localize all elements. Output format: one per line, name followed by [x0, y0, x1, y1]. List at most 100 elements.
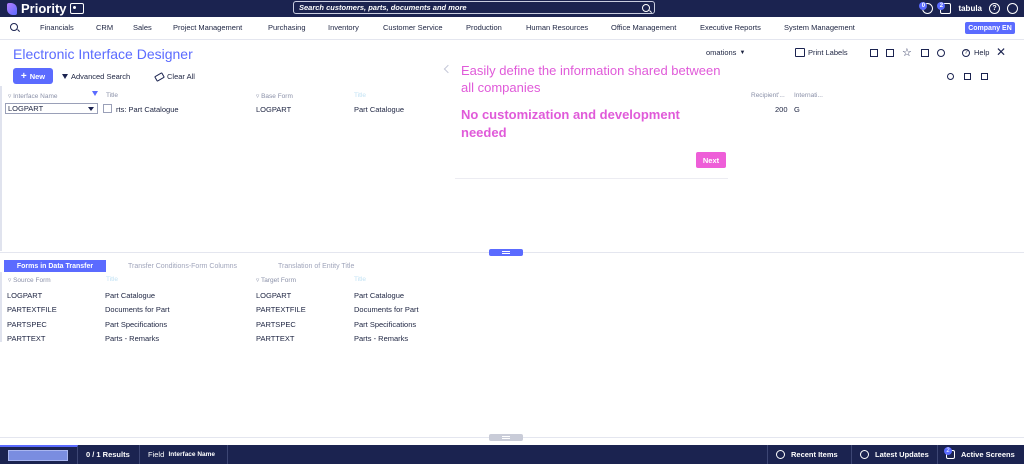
latest-updates-button[interactable]: Latest Updates	[852, 445, 938, 464]
help-icon[interactable]: ?	[962, 49, 970, 57]
record-side-bar	[0, 86, 2, 251]
menu-search-icon[interactable]	[10, 23, 18, 31]
col-recipient[interactable]: Recipient'...	[751, 92, 785, 99]
close-icon[interactable]: ✕	[996, 45, 1006, 59]
company-button[interactable]: Company EN	[965, 22, 1015, 34]
col-target-title[interactable]: Title	[354, 276, 366, 283]
status-bar: 0 / 1 Results Field Interface Name Recen…	[0, 445, 1024, 464]
tip-next-button[interactable]: Next	[696, 152, 726, 168]
priority-logo-icon	[7, 2, 17, 15]
table-row-target[interactable]: PARTSPEC	[256, 320, 296, 329]
interface-name-value: LOGPART	[8, 104, 44, 113]
menu-office-management[interactable]: Office Management	[611, 23, 676, 32]
menu-human-resources[interactable]: Human Resources	[526, 23, 588, 32]
clear-all-button[interactable]: Clear All	[154, 71, 195, 82]
global-search-input[interactable]: Search customers, parts, documents and m…	[293, 1, 655, 14]
tip-line-2: No customization and development needed	[461, 107, 680, 140]
menu-project-management[interactable]: Project Management	[173, 23, 242, 32]
search-icon[interactable]	[642, 4, 650, 12]
menu-production[interactable]: Production	[466, 23, 502, 32]
print-labels-button[interactable]: Print Labels	[795, 48, 848, 57]
dropdown-caret-icon[interactable]	[88, 107, 94, 111]
table-row-title[interactable]: Documents for Part	[105, 305, 170, 314]
active-screens-label: Active Screens	[961, 450, 1015, 459]
refresh-icon[interactable]	[947, 73, 954, 80]
status-progress-box	[8, 450, 68, 461]
table-row-target-title[interactable]: Documents for Part	[354, 305, 419, 314]
menu-customer-service[interactable]: Customer Service	[383, 23, 443, 32]
splitter-handle[interactable]	[489, 249, 523, 256]
table-row-source[interactable]: PARTSPEC	[7, 320, 47, 329]
col-base-form[interactable]: ▿ Base Form	[256, 92, 293, 100]
col-interface-name[interactable]: ▿ Interface Name	[8, 92, 58, 100]
table-row-source[interactable]: PARTEXTFILE	[7, 305, 57, 314]
column-filter-icon[interactable]	[92, 91, 98, 96]
col-interface-name-label: Interface Name	[13, 93, 58, 100]
col-title[interactable]: Title	[106, 92, 118, 99]
messages-badge: 2	[937, 2, 946, 10]
menu-crm[interactable]: CRM	[96, 23, 113, 32]
menu-system-management[interactable]: System Management	[784, 23, 855, 32]
col-sub-title[interactable]: Title	[106, 276, 118, 283]
table-row-target-title[interactable]: Part Catalogue	[354, 291, 404, 300]
col-source-form[interactable]: ▿ Source Form	[8, 276, 51, 284]
lookup-icon[interactable]	[103, 104, 112, 113]
user-name[interactable]: tabula	[958, 4, 982, 13]
table-row-target[interactable]: PARTEXTFILE	[256, 305, 306, 314]
status-progress	[0, 445, 78, 464]
tab-translation-entity-title[interactable]: Translation of Entity Title	[278, 260, 354, 272]
settings-gear-icon[interactable]	[937, 49, 945, 57]
messages-icon[interactable]: 2	[937, 2, 952, 14]
tab-forms-in-data-transfer[interactable]: Forms in Data Transfer	[4, 260, 106, 272]
table-view-icon[interactable]	[870, 49, 878, 57]
power-icon[interactable]	[1007, 3, 1018, 14]
onboarding-tip: Easily define the information shared bet…	[455, 60, 728, 179]
recent-items-button[interactable]: Recent Items	[767, 445, 852, 464]
interface-name-input[interactable]: LOGPART	[5, 103, 98, 114]
priority-logo[interactable]: Priority	[7, 1, 67, 16]
bottom-splitter-handle[interactable]	[489, 434, 523, 441]
menu-financials[interactable]: Financials	[40, 23, 74, 32]
excel-export-icon[interactable]	[921, 49, 929, 57]
plus-icon: +	[20, 70, 27, 82]
cell-title[interactable]: rts: Part Catalogue	[116, 105, 179, 114]
table-row-title[interactable]: Parts - Remarks	[105, 334, 159, 343]
table-row-target[interactable]: LOGPART	[256, 291, 291, 300]
clock-icon	[776, 450, 785, 459]
menu-purchasing[interactable]: Purchasing	[268, 23, 306, 32]
menu-inventory[interactable]: Inventory	[328, 23, 359, 32]
table-row-title[interactable]: Part Specifications	[105, 320, 167, 329]
menu-executive-reports[interactable]: Executive Reports	[700, 23, 761, 32]
recent-items-label: Recent Items	[791, 450, 838, 459]
cell-base-title[interactable]: Part Catalogue	[354, 105, 404, 114]
new-record-button[interactable]: + New	[13, 68, 53, 84]
automations-menu[interactable]: omations ▼	[706, 48, 745, 57]
cell-recipient[interactable]: 200	[775, 105, 788, 114]
table-row-target-title[interactable]: Parts - Remarks	[354, 334, 408, 343]
help-circle-icon[interactable]: ?	[989, 3, 1000, 14]
col-internal[interactable]: Internati...	[794, 92, 823, 99]
notifications-icon[interactable]: 0	[919, 2, 934, 14]
tip-line-1: Easily define the information shared bet…	[461, 63, 721, 95]
cell-internal[interactable]: G	[794, 105, 800, 114]
table-row-target-title[interactable]: Part Specifications	[354, 320, 416, 329]
tip-back-arrow-icon[interactable]	[443, 64, 453, 74]
advanced-search-button[interactable]: Advanced Search	[62, 72, 130, 81]
table-row-target[interactable]: PARTTEXT	[256, 334, 294, 343]
tab-transfer-conditions[interactable]: Transfer Conditions-Form Columns	[128, 260, 237, 272]
table-row-source[interactable]: PARTTEXT	[7, 334, 45, 343]
col-target-form[interactable]: ▿ Target Form	[256, 276, 296, 284]
table-row-source[interactable]: LOGPART	[7, 291, 42, 300]
menu-sales[interactable]: Sales	[133, 23, 152, 32]
col-base-title[interactable]: Title	[354, 92, 366, 99]
favorite-star-icon[interactable]: ☆	[902, 46, 912, 59]
calendar-icon[interactable]	[886, 49, 894, 57]
share-icon[interactable]	[981, 73, 988, 80]
id-card-icon[interactable]	[70, 3, 84, 14]
automations-label: omations	[706, 48, 737, 57]
trash-icon[interactable]	[964, 73, 971, 80]
help-label[interactable]: Help	[974, 48, 989, 57]
table-row-title[interactable]: Part Catalogue	[105, 291, 155, 300]
cell-base-form[interactable]: LOGPART	[256, 105, 291, 114]
notifications-badge: 0	[919, 2, 928, 10]
